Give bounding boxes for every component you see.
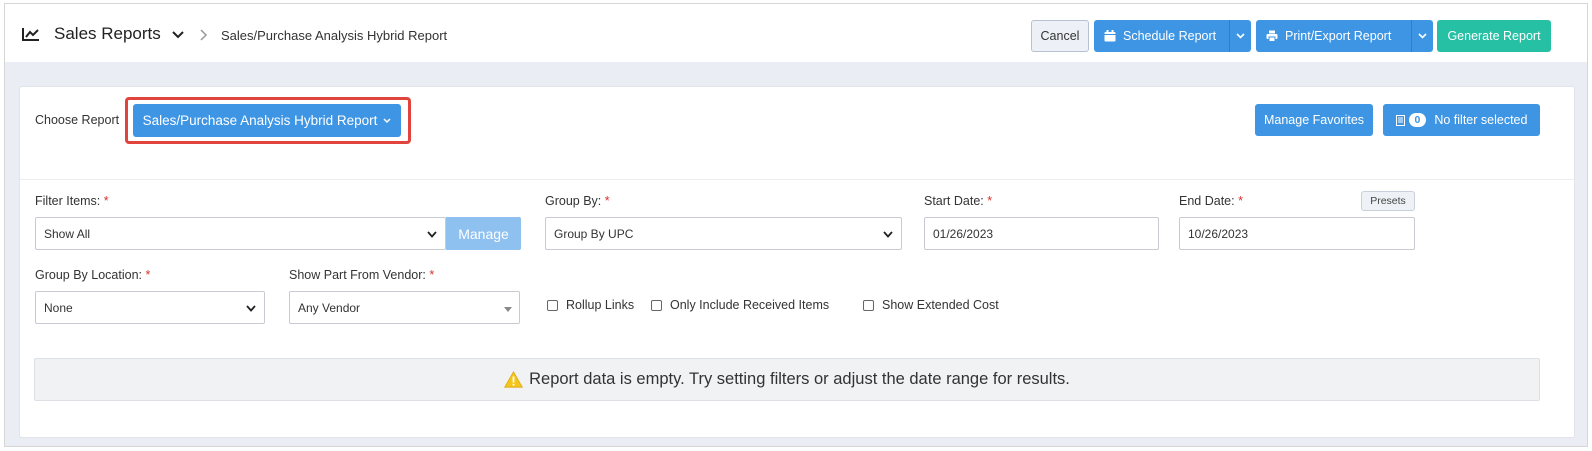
- start-date-label: Start Date: *: [924, 194, 992, 208]
- page-title: Sales Reports: [54, 24, 161, 43]
- part-vendor-value: Any Vendor: [298, 300, 361, 315]
- top-bar: Sales Reports Sales/Purchase Analysis Hy…: [5, 4, 1587, 62]
- checkbox-box[interactable]: [547, 299, 558, 311]
- choose-report-label: Choose Report: [35, 113, 120, 127]
- generate-report-button[interactable]: Generate Report: [1437, 20, 1551, 52]
- empty-message-text: Report data is empty. Try setting filter…: [529, 370, 1070, 388]
- calendar-icon: [1104, 30, 1116, 42]
- rollup-links-label: Rollup Links: [566, 298, 635, 312]
- chevron-down-icon: [1418, 33, 1427, 39]
- filter-status-label: No filter selected: [1434, 113, 1528, 127]
- group-by-location-label: Group By Location: *: [35, 268, 150, 282]
- chevron-down-icon: [246, 305, 256, 312]
- warning-icon: [504, 371, 524, 388]
- document-icon: [1395, 114, 1405, 126]
- required-marker: *: [604, 194, 610, 208]
- chevron-down-icon: [427, 231, 437, 238]
- start-date-label-text: Start Date:: [924, 194, 984, 208]
- filter-status-button[interactable]: 0 No filter selected: [1383, 104, 1540, 136]
- report-selector-value: Sales/Purchase Analysis Hybrid Report: [142, 113, 378, 128]
- print-export-button[interactable]: Print/Export Report: [1256, 20, 1411, 52]
- print-export-dropdown[interactable]: [1411, 20, 1433, 52]
- filter-items-value: Show All: [44, 226, 91, 241]
- only-received-checkbox[interactable]: Only Include Received Items: [651, 298, 829, 312]
- group-by-location-value: None: [44, 300, 73, 315]
- required-marker: *: [429, 268, 435, 282]
- chevron-right-icon: [200, 29, 208, 41]
- caret-down-icon: [504, 307, 512, 312]
- end-date-input[interactable]: 10/26/2023: [1179, 217, 1415, 250]
- extended-cost-checkbox[interactable]: Show Extended Cost: [863, 298, 999, 312]
- cancel-button[interactable]: Cancel: [1031, 20, 1089, 52]
- report-panel: Choose Report Sales/Purchase Analysis Hy…: [19, 86, 1575, 438]
- only-received-label: Only Include Received Items: [670, 298, 830, 312]
- start-date-input[interactable]: 01/26/2023: [924, 217, 1159, 250]
- start-date-value: 01/26/2023: [933, 226, 994, 241]
- chart-line-icon: [22, 28, 39, 41]
- breadcrumb: Sales/Purchase Analysis Hybrid Report: [221, 28, 448, 43]
- extended-cost-label: Show Extended Cost: [882, 298, 999, 312]
- schedule-report-dropdown[interactable]: [1229, 20, 1251, 52]
- app-frame: Sales Reports Sales/Purchase Analysis Hy…: [4, 3, 1588, 447]
- group-by-location-select[interactable]: None: [35, 291, 265, 324]
- filter-items-label-text: Filter Items:: [35, 194, 101, 208]
- end-date-label: End Date: *: [1179, 194, 1243, 208]
- empty-report-message: Report data is empty. Try setting filter…: [34, 358, 1540, 401]
- group-by-value: Group By UPC: [554, 226, 634, 241]
- end-date-value: 10/26/2023: [1188, 226, 1249, 241]
- required-marker: *: [987, 194, 993, 208]
- end-date-label-text: End Date:: [1179, 194, 1235, 208]
- rollup-links-checkbox[interactable]: Rollup Links: [547, 298, 634, 312]
- chevron-down-icon: [883, 231, 893, 238]
- required-marker: *: [103, 194, 109, 208]
- print-export-label: Print/Export Report: [1285, 29, 1392, 43]
- presets-button[interactable]: Presets: [1361, 191, 1415, 211]
- part-vendor-label: Show Part From Vendor: *: [289, 268, 434, 282]
- chevron-down-icon: [383, 117, 391, 123]
- checkbox-box[interactable]: [863, 299, 874, 311]
- group-by-label: Group By: *: [545, 194, 610, 208]
- report-selector-button[interactable]: Sales/Purchase Analysis Hybrid Report: [133, 104, 401, 137]
- chevron-down-icon[interactable]: [172, 30, 184, 40]
- filter-items-select[interactable]: Show All: [35, 217, 446, 250]
- filter-count-badge: 0: [1408, 113, 1427, 127]
- group-by-select[interactable]: Group By UPC: [545, 217, 902, 250]
- part-vendor-select[interactable]: Any Vendor: [289, 291, 520, 324]
- manage-items-button[interactable]: Manage: [446, 217, 521, 250]
- group-by-location-label-text: Group By Location:: [35, 268, 143, 282]
- required-marker: *: [1238, 194, 1243, 208]
- filter-items-label: Filter Items: *: [35, 194, 109, 208]
- part-vendor-label-text: Show Part From Vendor:: [289, 268, 426, 282]
- required-marker: *: [145, 268, 151, 282]
- chevron-down-icon: [1236, 33, 1245, 39]
- schedule-report-label: Schedule Report: [1123, 29, 1217, 43]
- checkbox-box[interactable]: [651, 299, 662, 311]
- printer-icon: [1266, 30, 1278, 42]
- manage-favorites-button[interactable]: Manage Favorites: [1255, 104, 1373, 136]
- group-by-label-text: Group By:: [545, 194, 602, 208]
- divider: [20, 179, 1574, 180]
- schedule-report-button[interactable]: Schedule Report: [1094, 20, 1229, 52]
